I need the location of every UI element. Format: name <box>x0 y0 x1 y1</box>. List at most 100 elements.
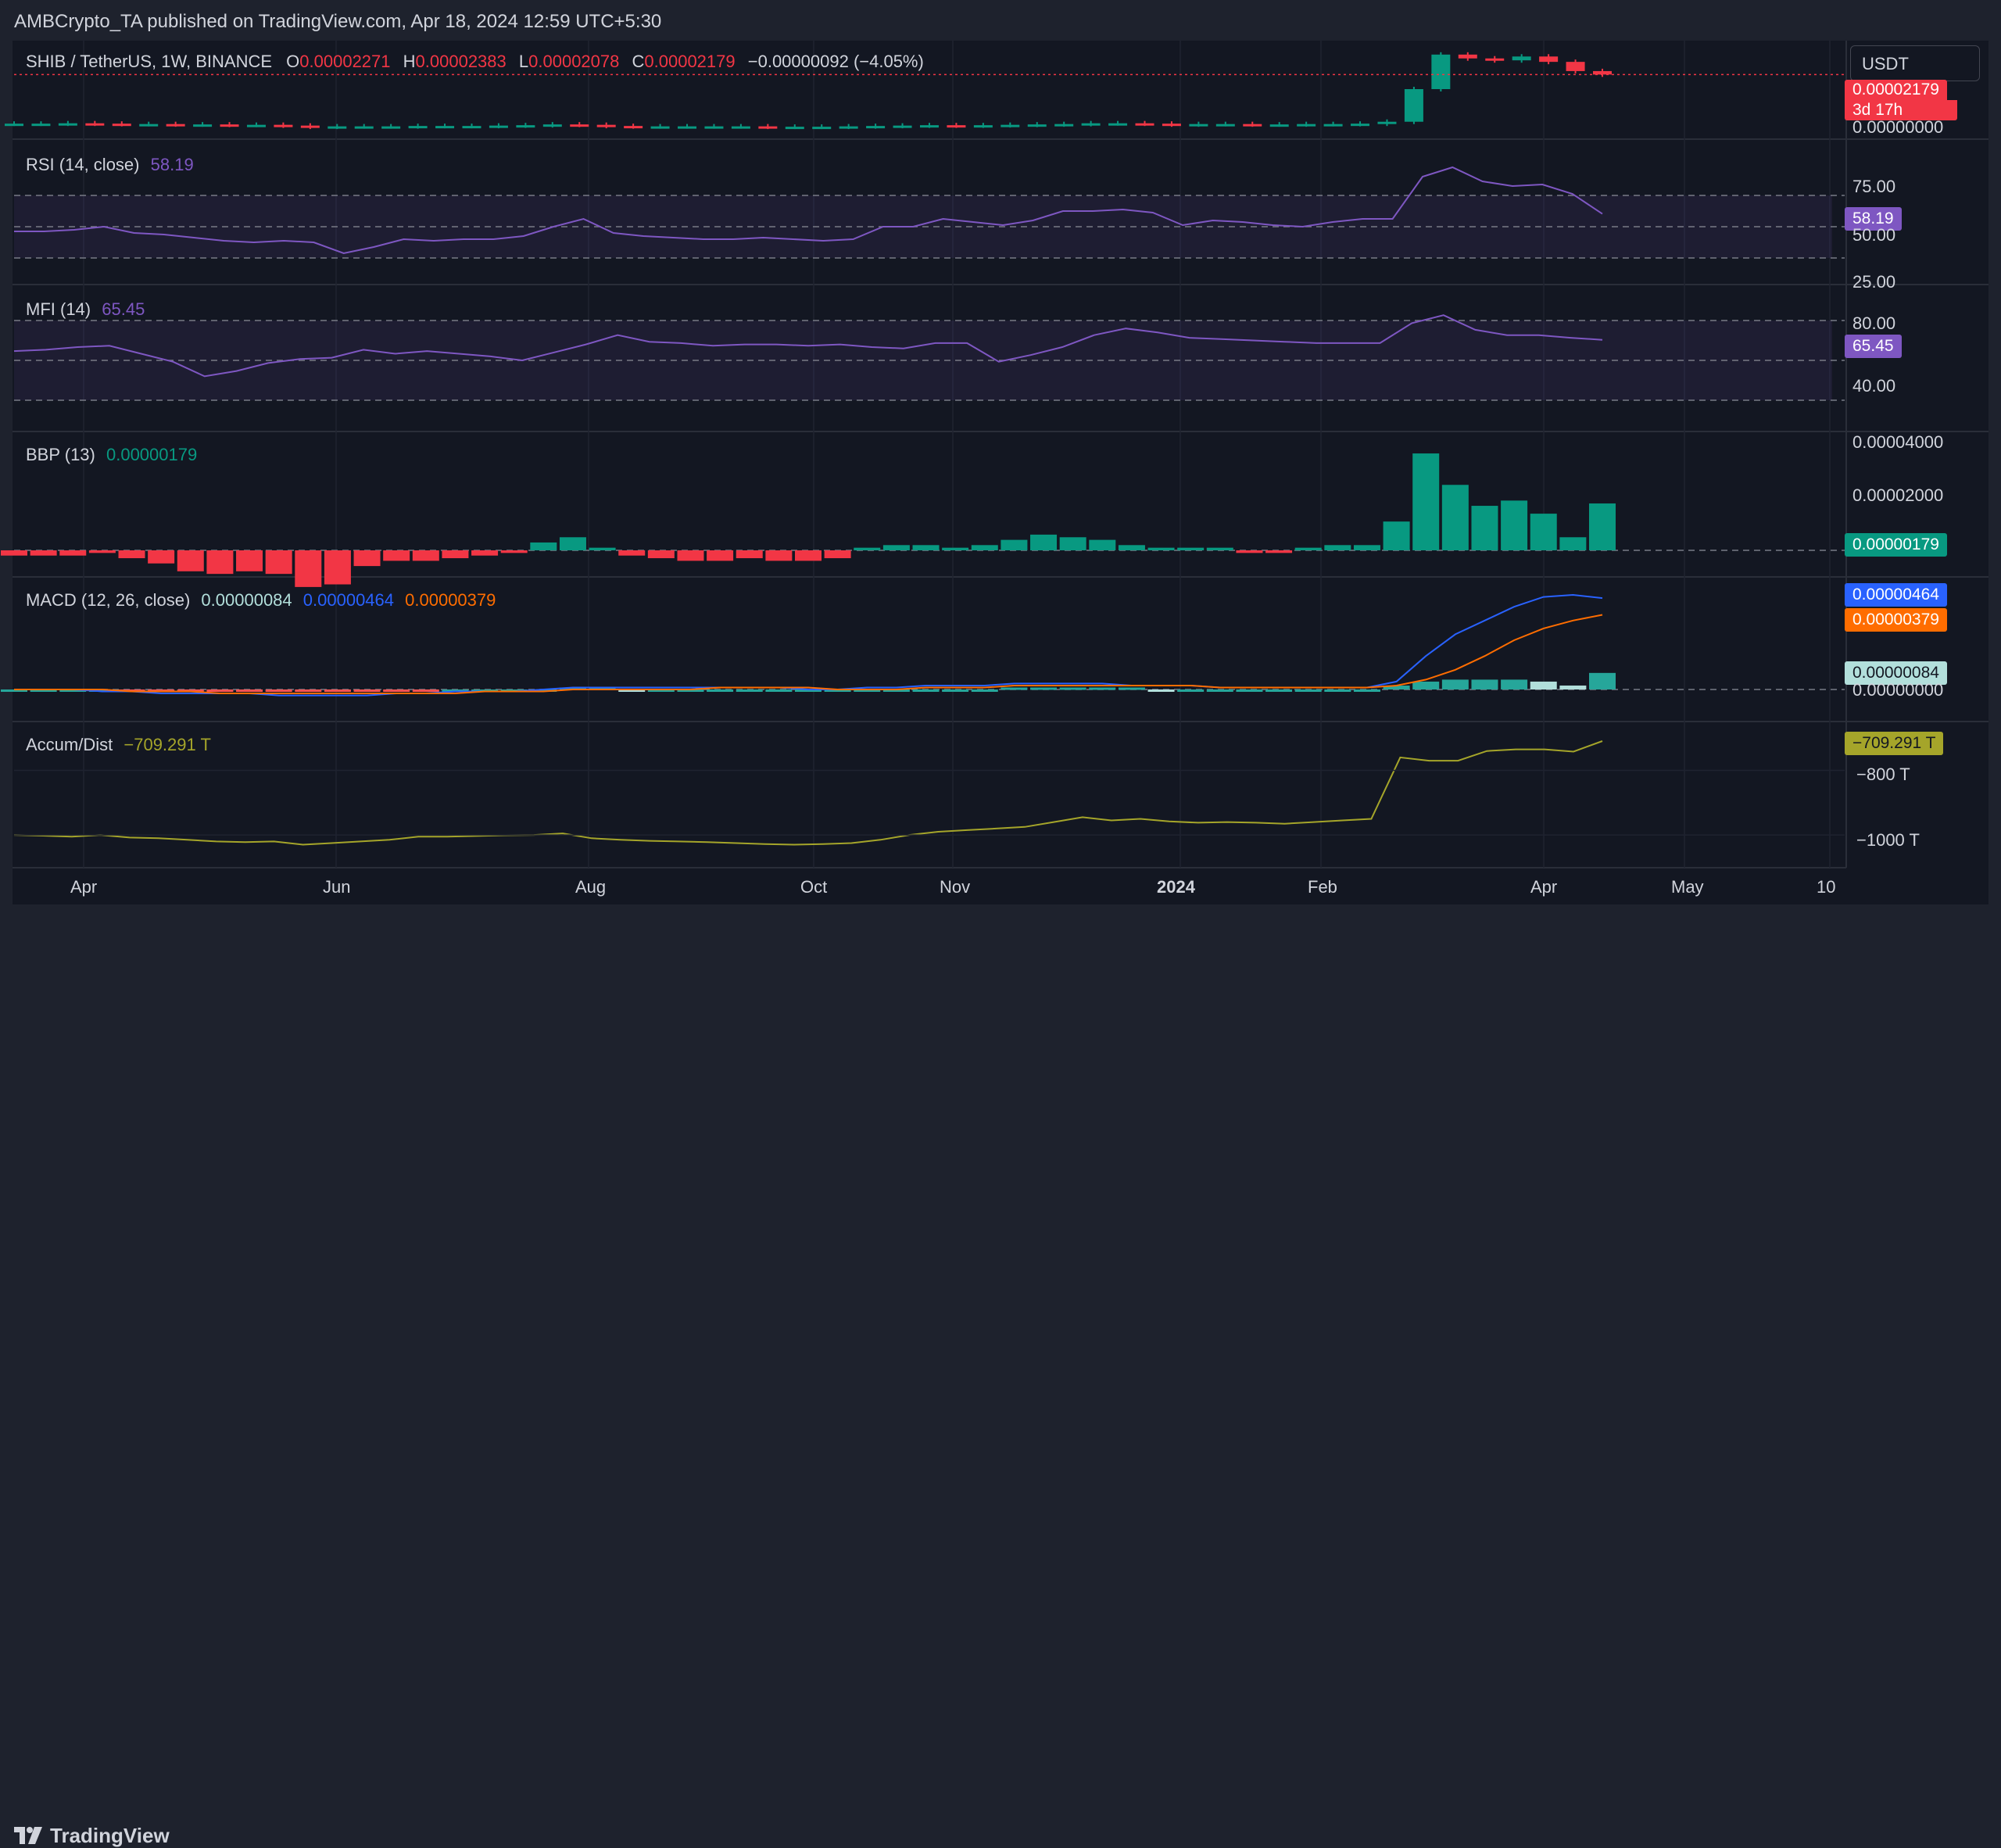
bbp-bar <box>1589 503 1616 550</box>
macd-title[interactable]: MACD (12, 26, close) <box>26 590 190 610</box>
bbp-bar <box>707 550 734 561</box>
time-label-nov: Nov <box>940 877 971 897</box>
mfi-value: 65.45 <box>102 299 145 319</box>
macd-histogram-bar <box>353 689 381 692</box>
macd-histogram-bar <box>1059 687 1086 690</box>
bbp-value: 0.00000179 <box>106 445 198 464</box>
bbp-bar <box>88 550 116 553</box>
macd-histogram-bar <box>912 689 940 692</box>
time-label-jun: Jun <box>323 877 351 897</box>
rsi-legend: RSI (14, close) 58.19 <box>26 155 194 175</box>
price-candle <box>1404 89 1423 122</box>
price-candle <box>112 124 131 127</box>
macd-histogram-bar <box>1471 679 1498 689</box>
bbp-tick-2: 0.00002000 <box>1852 485 1944 505</box>
price-candle <box>1431 54 1451 89</box>
bbp-bar <box>912 545 940 550</box>
bbp-bar <box>971 545 998 550</box>
tradingview-logo[interactable]: TradingView <box>14 1823 170 1848</box>
macd-histogram-bar <box>1000 687 1028 690</box>
ad-tick-1000: −1000 T <box>1856 830 1920 850</box>
price-candle <box>704 126 724 129</box>
mfi-legend: MFI (14) 65.45 <box>26 299 145 320</box>
ad-value: −709.291 T <box>123 735 211 754</box>
bbp-bar <box>1294 547 1322 550</box>
price-candle <box>570 124 589 127</box>
bbp-bar <box>1206 547 1233 550</box>
macd-histogram-bar <box>1324 689 1351 692</box>
price-candle <box>516 125 535 128</box>
price-candle <box>1027 124 1047 127</box>
price-candle <box>408 126 428 129</box>
macd-histogram-bar <box>324 689 351 692</box>
time-label-may: May <box>1671 877 1704 897</box>
bbp-bar <box>1441 485 1469 550</box>
mfi-title[interactable]: MFI (14) <box>26 299 91 319</box>
price-candle <box>731 126 750 129</box>
price-candle <box>893 125 912 128</box>
price-candle <box>1458 54 1477 59</box>
ad-legend: Accum/Dist −709.291 T <box>26 735 211 755</box>
price-candle <box>596 124 616 127</box>
price-candle <box>354 126 374 129</box>
bbp-bar <box>148 550 175 564</box>
bbp-bar <box>177 550 204 571</box>
price-legend: SHIB / TetherUS, 1W, BINANCE O0.00002271… <box>26 52 924 72</box>
macd-signal-line <box>14 614 1603 694</box>
macd-histogram-bar <box>383 689 410 692</box>
price-candle <box>1081 123 1101 126</box>
price-zero-label: 0.00000000 <box>1852 117 1944 137</box>
tradingview-logo-icon <box>14 1827 42 1844</box>
macd-histogram-bar <box>1530 681 1557 689</box>
rsi-tick-75: 75.00 <box>1852 177 1896 196</box>
price-candle <box>973 125 993 128</box>
time-label-10: 10 <box>1817 877 1836 897</box>
price-candle <box>166 124 185 127</box>
high-label: H <box>403 52 416 71</box>
bbp-bar <box>1559 537 1587 550</box>
chart-svg <box>1 41 1988 868</box>
macd-histogram-bar <box>265 689 292 692</box>
bbp-bar <box>471 550 499 556</box>
ad-title[interactable]: Accum/Dist <box>26 735 113 754</box>
bbp-bar <box>118 550 145 559</box>
symbol-label[interactable]: SHIB / TetherUS, 1W, BINANCE <box>26 52 272 71</box>
ad-value-tag: −709.291 T <box>1845 732 1944 755</box>
macd-histogram-bar <box>1206 689 1233 692</box>
bbp-bar <box>1030 534 1058 550</box>
rsi-tick-25: 25.00 <box>1852 272 1896 292</box>
price-candle <box>947 125 966 128</box>
price-candle <box>300 125 320 128</box>
price-candle <box>785 127 804 130</box>
time-label-aug: Aug <box>575 877 607 897</box>
macd-signal-value: 0.00000379 <box>405 590 496 610</box>
rsi-tick-50: 50.00 <box>1852 225 1896 245</box>
currency-button[interactable]: USDT <box>1850 45 1980 81</box>
bbp-bar <box>442 550 469 559</box>
rsi-title[interactable]: RSI (14, close) <box>26 155 140 174</box>
time-label-feb: Feb <box>1308 877 1337 897</box>
price-candle <box>1054 124 1074 127</box>
macd-histogram-bar <box>1294 689 1322 692</box>
price-candle <box>462 126 481 129</box>
bbp-bar <box>1089 539 1116 550</box>
bbp-title[interactable]: BBP (13) <box>26 445 95 464</box>
ad-tick-800: −800 T <box>1856 765 1910 784</box>
bbp-bar <box>618 550 646 556</box>
price-candle <box>328 126 347 129</box>
bbp-bar <box>295 550 322 587</box>
time-label-2024: 2024 <box>1157 877 1195 897</box>
price-candle <box>1512 56 1531 61</box>
price-candle <box>381 126 401 129</box>
macd-histogram-bar <box>1118 687 1145 690</box>
macd-histogram-bar <box>1441 679 1469 689</box>
price-candle <box>1377 121 1397 124</box>
bbp-value-tag: 0.00000179 <box>1845 533 1947 557</box>
bbp-bar <box>765 550 793 561</box>
bbp-bar <box>1 550 27 556</box>
bbp-bar <box>353 550 381 567</box>
macd-histogram-bar <box>1147 689 1175 692</box>
mfi-value-tag: 65.45 <box>1845 335 1902 358</box>
bbp-bar <box>383 550 410 561</box>
bbp-bar <box>324 550 351 585</box>
